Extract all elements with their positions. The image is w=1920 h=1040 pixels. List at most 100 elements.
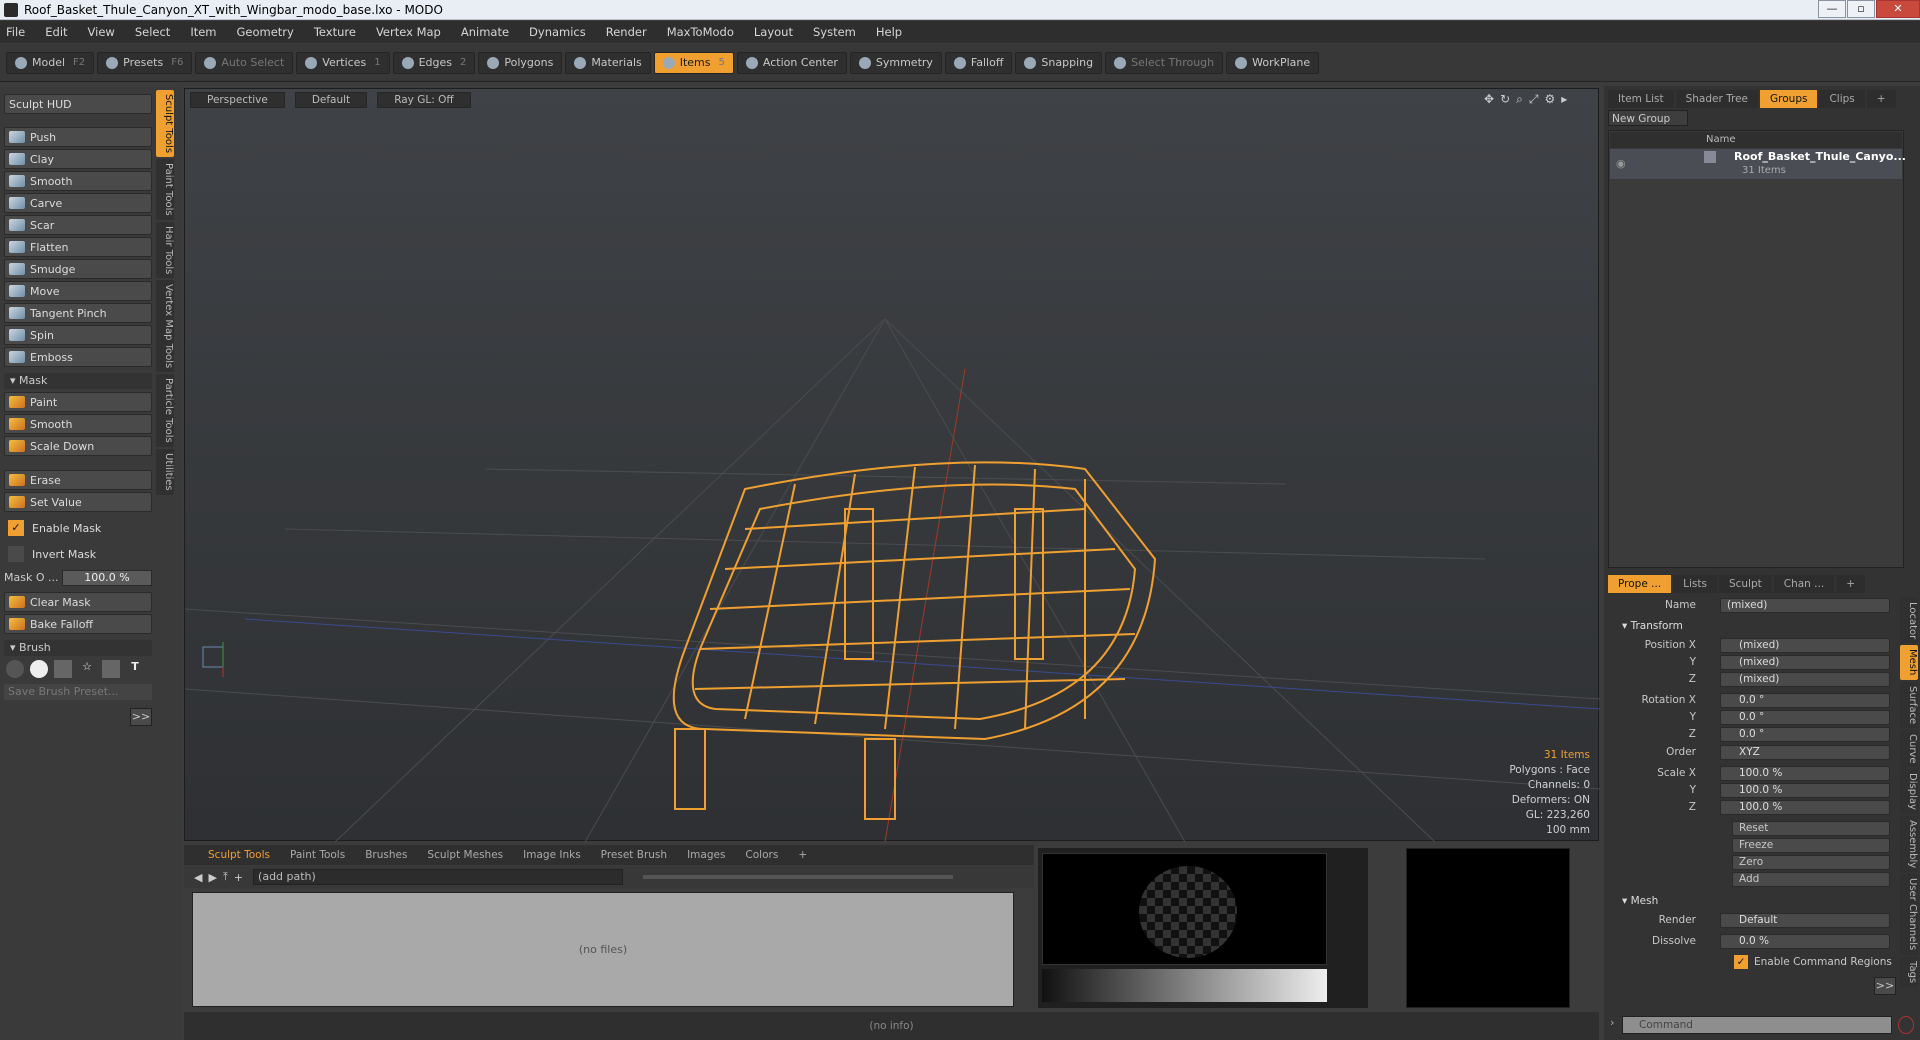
name-field[interactable]: (mixed): [1720, 598, 1890, 613]
render-dropdown[interactable]: Default: [1720, 913, 1890, 928]
edges-button[interactable]: Edges 2: [392, 51, 476, 74]
tab-properties[interactable]: Prope ...: [1608, 575, 1672, 593]
menu-dynamics[interactable]: Dynamics: [529, 25, 586, 39]
zoom-icon[interactable]: ⌕: [1516, 92, 1523, 107]
menu-vertex-map[interactable]: Vertex Map: [376, 25, 441, 39]
menu-texture[interactable]: Texture: [314, 25, 356, 39]
mask-section-header[interactable]: ▾ Mask: [4, 373, 152, 389]
tab-image-inks[interactable]: Image Inks: [513, 849, 591, 861]
tab-preset-brush[interactable]: Preset Brush: [591, 849, 677, 861]
maximize-view-icon[interactable]: ⤢: [1529, 92, 1539, 107]
dissolve-field[interactable]: 0.0 %: [1720, 934, 1890, 949]
add-tab-button[interactable]: +: [788, 849, 817, 861]
tool-spin[interactable]: Spin: [4, 325, 152, 345]
tab-surface[interactable]: Surface: [1900, 681, 1918, 728]
menu-geometry[interactable]: Geometry: [237, 25, 294, 39]
minimize-button[interactable]: —: [1818, 0, 1846, 18]
tab-assembly[interactable]: Assembly: [1900, 816, 1918, 873]
close-button[interactable]: ✕: [1876, 0, 1920, 18]
save-brush-preset-field[interactable]: Save Brush Preset...: [4, 684, 152, 700]
enable-mask-checkbox[interactable]: ✓ Enable Mask: [4, 518, 152, 538]
text-brush-icon[interactable]: T: [126, 660, 144, 678]
checkmark-icon[interactable]: ✓: [1734, 955, 1748, 969]
order-dropdown[interactable]: XYZ: [1720, 745, 1890, 760]
scale-z-field[interactable]: 100.0 %: [1720, 800, 1890, 815]
scale-x-field[interactable]: 100.0 %: [1720, 766, 1890, 781]
command-input[interactable]: Command: [1622, 1016, 1892, 1034]
mesh-section[interactable]: ▾ Mesh: [1610, 893, 1900, 909]
mask-scale-down-button[interactable]: Scale Down: [4, 436, 152, 456]
mask-paint-button[interactable]: Paint: [4, 392, 152, 412]
tab-paint-tools[interactable]: Paint Tools: [156, 159, 174, 220]
tool-clay[interactable]: Clay: [4, 149, 152, 169]
tab-bottom-sculpt-tools[interactable]: Sculpt Tools: [198, 849, 280, 861]
mask-smooth-button[interactable]: Smooth: [4, 414, 152, 434]
position-y-field[interactable]: (mixed): [1720, 655, 1890, 670]
hard-brush-icon[interactable]: [30, 660, 48, 678]
symmetry-button[interactable]: Symmetry: [849, 51, 942, 74]
add-dropdown[interactable]: Add: [1732, 872, 1890, 887]
invert-mask-checkbox[interactable]: Invert Mask: [4, 544, 152, 564]
menu-edit[interactable]: Edit: [45, 25, 67, 39]
up-folder-icon[interactable]: ⤒: [223, 870, 228, 884]
scale-y-field[interactable]: 100.0 %: [1720, 783, 1890, 798]
menu-help[interactable]: Help: [876, 25, 902, 39]
gear-icon[interactable]: ⚙: [1544, 92, 1555, 107]
left-expand-button[interactable]: >>: [130, 708, 152, 726]
tab-bottom-paint-tools[interactable]: Paint Tools: [280, 849, 355, 861]
pan-icon[interactable]: ✥: [1484, 92, 1494, 107]
polygons-button[interactable]: Polygons: [478, 51, 563, 74]
snapping-button[interactable]: Snapping: [1015, 51, 1103, 74]
tool-smooth[interactable]: Smooth: [4, 171, 152, 191]
falloff-button[interactable]: Falloff: [944, 51, 1013, 74]
tab-lists[interactable]: Lists: [1673, 575, 1717, 593]
auto-select-button[interactable]: Auto Select: [195, 51, 294, 74]
menu-animate[interactable]: Animate: [461, 25, 509, 39]
visibility-eye-icon[interactable]: ◉: [1616, 157, 1626, 170]
splat-brush-icon[interactable]: [54, 660, 72, 678]
tool-push[interactable]: Push: [4, 127, 152, 147]
tab-brushes[interactable]: Brushes: [355, 849, 417, 861]
add-path-icon[interactable]: +: [234, 871, 243, 884]
position-x-field[interactable]: (mixed): [1720, 638, 1890, 653]
preset-file-list[interactable]: (no files): [192, 892, 1014, 1007]
tab-colors[interactable]: Colors: [735, 849, 788, 861]
tab-shader-tree[interactable]: Shader Tree: [1675, 90, 1759, 108]
select-through-button[interactable]: Select Through: [1105, 51, 1224, 74]
tab-user-channels[interactable]: User Channels: [1900, 874, 1918, 955]
tab-mesh[interactable]: Mesh: [1900, 645, 1918, 680]
bake-falloff-button[interactable]: Bake Falloff: [4, 614, 152, 634]
tab-utilities[interactable]: Utilities: [156, 448, 174, 495]
rotation-y-field[interactable]: 0.0 °: [1720, 710, 1890, 725]
clear-mask-button[interactable]: Clear Mask: [4, 592, 152, 612]
raygl-toggle[interactable]: Ray GL: Off: [377, 92, 471, 108]
menu-render[interactable]: Render: [606, 25, 647, 39]
workplane-button[interactable]: WorkPlane: [1226, 51, 1320, 74]
sculpt-hud-button[interactable]: Sculpt HUD: [4, 94, 152, 114]
brush-section-header[interactable]: ▾ Brush: [4, 640, 152, 656]
tool-smudge[interactable]: Smudge: [4, 259, 152, 279]
tab-hair-tools[interactable]: Hair Tools: [156, 221, 174, 278]
tab-particle-tools[interactable]: Particle Tools: [156, 374, 174, 447]
tab-vertex-map-tools[interactable]: Vertex Map Tools: [156, 279, 174, 373]
tool-tangent-pinch[interactable]: Tangent Pinch: [4, 303, 152, 323]
tab-display[interactable]: Display: [1900, 769, 1918, 815]
soft-brush-icon[interactable]: [6, 660, 24, 678]
transform-section[interactable]: ▾ Transform: [1610, 618, 1900, 634]
model-button[interactable]: Model F2: [6, 51, 95, 74]
tab-sculpt[interactable]: Sculpt: [1718, 575, 1772, 593]
rotation-x-field[interactable]: 0.0 °: [1720, 693, 1890, 708]
tool-scar[interactable]: Scar: [4, 215, 152, 235]
tab-images[interactable]: Images: [677, 849, 735, 861]
tab-tags[interactable]: Tags: [1900, 956, 1918, 987]
freeze-dropdown[interactable]: Freeze: [1732, 838, 1890, 853]
tool-carve[interactable]: Carve: [4, 193, 152, 213]
erase-button[interactable]: Erase: [4, 470, 152, 490]
play-arrow-icon[interactable]: ▸: [1561, 92, 1567, 107]
command-history-icon[interactable]: [1898, 1016, 1914, 1034]
forward-arrow-icon[interactable]: ▶: [208, 871, 216, 884]
star-brush-icon[interactable]: ☆: [78, 660, 96, 678]
rotate-icon[interactable]: ↻: [1500, 92, 1510, 107]
menu-item[interactable]: Item: [190, 25, 216, 39]
enable-command-regions-row[interactable]: ✓ Enable Command Regions: [1608, 955, 1904, 972]
